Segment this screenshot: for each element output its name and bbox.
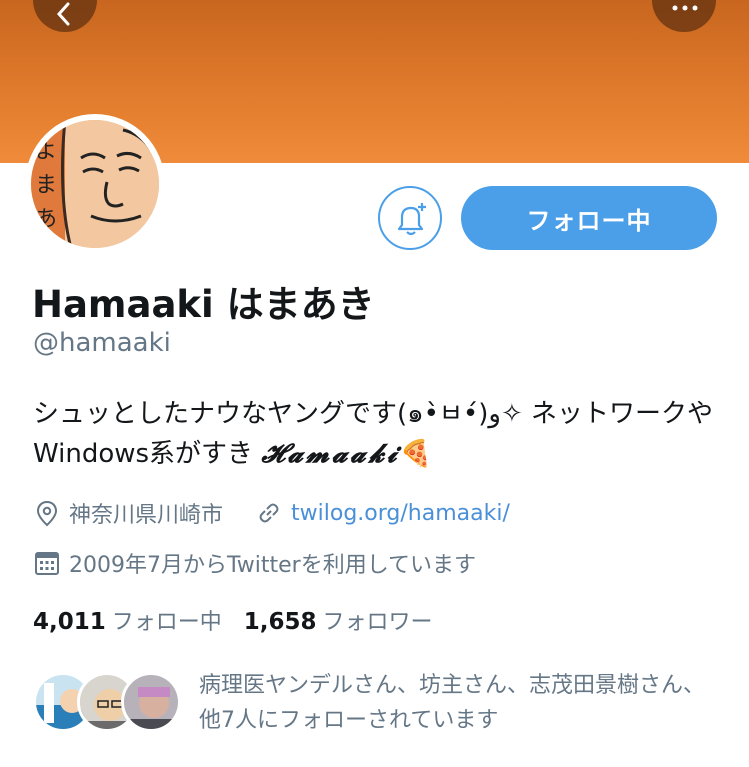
followers-count: 1,658 (243, 609, 317, 635)
profile-bio: シュッとしたナウなヤングです(๑•̀ㅂ•́)و✧ ネットワークやWindows系… (33, 394, 723, 474)
calendar-icon (35, 552, 59, 575)
profile-meta-joined-row: 2009年7月からTwitterを利用しています (33, 547, 476, 579)
svg-text:あ: あ (35, 207, 57, 232)
following-count: 4,011 (33, 609, 106, 635)
back-icon (56, 2, 70, 26)
follower-avatar (121, 672, 181, 732)
notification-button[interactable] (378, 186, 442, 250)
following-label: フォロー中 (111, 610, 222, 635)
pizza-emoji: 🍕 (399, 439, 432, 469)
svg-text:よ: よ (35, 139, 57, 164)
avatar-illustration: よ ま あ (31, 120, 159, 248)
followers-label: フォロワー (322, 610, 433, 635)
following-count-link[interactable]: 4,011 フォロー中 (33, 609, 222, 635)
followed-by-avatars[interactable] (33, 672, 183, 742)
bio-script-name: 𝓗𝓪𝓶𝓪𝓪𝓴𝓲 (261, 439, 400, 469)
website-link[interactable]: twilog.org/hamaaki/ (291, 501, 510, 526)
location-text: 神奈川県川崎市 (69, 503, 224, 528)
profile-avatar[interactable]: よ ま あ (25, 114, 165, 254)
followed-by-text[interactable]: 病理医ヤンデルさん、坊主さん、志茂田景樹さん、他7人にフォローされています (199, 668, 719, 738)
follower-avatar-image (124, 675, 178, 729)
joined-date-text: 2009年7月からTwitterを利用しています (69, 553, 477, 578)
following-button[interactable]: フォロー中 (461, 186, 717, 250)
svg-text:ま: ま (35, 173, 57, 198)
more-icon (672, 5, 698, 11)
follow-counts: 4,011 フォロー中 1,658 フォロワー (33, 604, 433, 636)
profile-meta-location-row: 神奈川県川崎市 twilog.org/hamaaki/ (33, 497, 510, 529)
notification-bell-icon (397, 203, 426, 236)
followers-count-link[interactable]: 1,658 フォロワー (243, 609, 433, 635)
user-handle: @hamaaki (33, 328, 171, 358)
display-name: Hamaaki はまあき (32, 283, 375, 326)
link-icon (259, 503, 279, 523)
location-pin-icon (36, 500, 58, 527)
